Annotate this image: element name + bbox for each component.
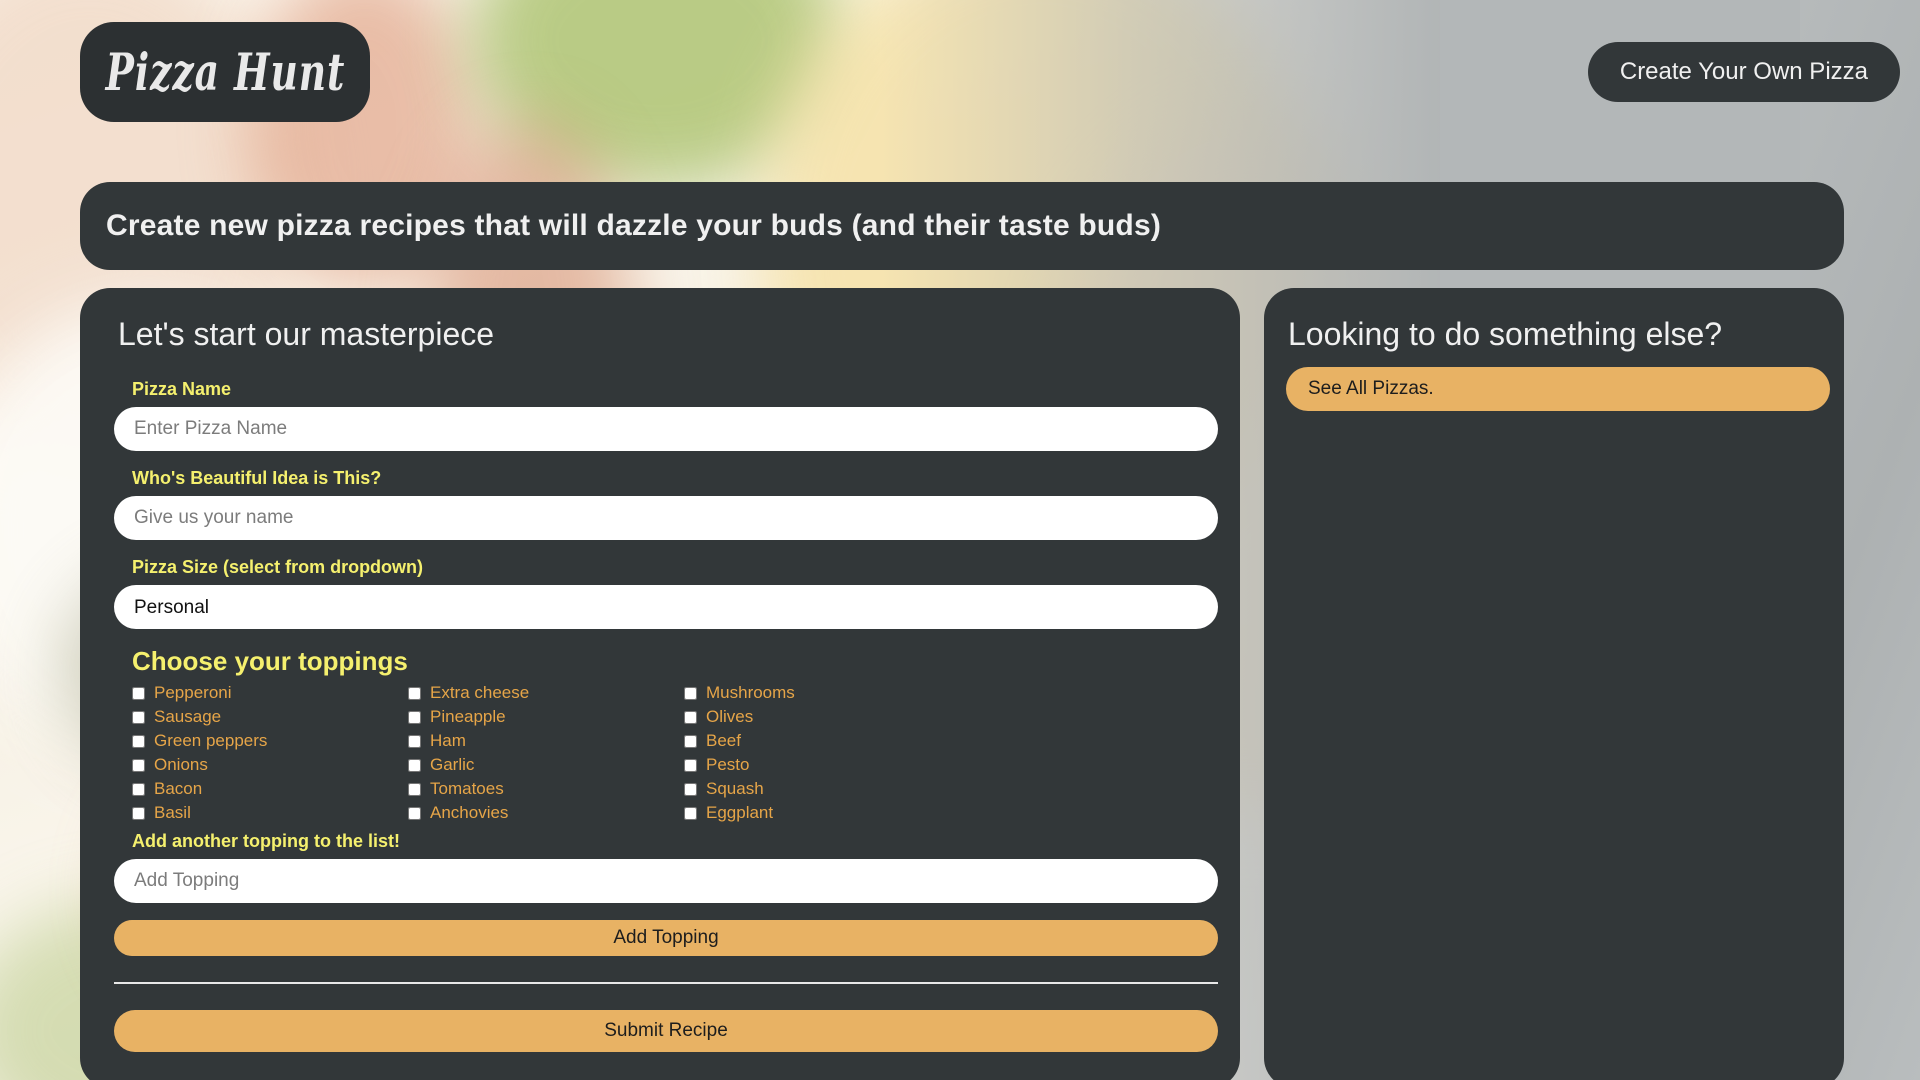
topping-row[interactable]: Anchovies [408,801,684,825]
submit-recipe-button[interactable]: Submit Recipe [114,1010,1218,1052]
see-all-pizzas-button[interactable]: See All Pizzas. [1286,367,1830,411]
topping-row[interactable]: Pineapple [408,705,684,729]
add-topping-button[interactable]: Add Topping [114,920,1218,956]
tagline-banner: Create new pizza recipes that will dazzl… [80,182,1844,270]
toppings-section-title: Choose your toppings [132,646,408,676]
topping-label[interactable]: Anchovies [430,803,508,823]
topping-row[interactable]: Pepperoni [132,681,408,705]
topping-row[interactable]: Extra cheese [408,681,684,705]
topping-label[interactable]: Pineapple [430,707,506,727]
topping-checkbox[interactable] [408,686,421,700]
topping-label[interactable]: Pepperoni [154,683,232,703]
topping-row[interactable]: Pesto [684,753,960,777]
topping-row[interactable]: Green peppers [132,729,408,753]
add-topping-label: Add another topping to the list! [132,831,400,851]
topping-checkbox[interactable] [408,782,421,796]
recipe-form-card: Let's start our masterpiece Pizza Name W… [80,288,1240,1080]
topping-checkbox[interactable] [684,758,697,772]
toppings-grid: Pepperoni Sausage Green peppers Onions Bacon… [132,681,1206,825]
topping-row[interactable]: Sausage [132,705,408,729]
pizza-size-label: Pizza Size (select from dropdown) [132,557,424,577]
topping-label[interactable]: Mushrooms [706,683,795,703]
topping-row[interactable]: Olives [684,705,960,729]
topping-row[interactable]: Basil [132,801,408,825]
topping-checkbox[interactable] [684,782,697,796]
tagline-text: Create new pizza recipes that will dazzl… [106,209,1162,242]
create-your-own-pizza-button[interactable]: Create Your Own Pizza [1587,42,1900,102]
topping-label[interactable]: Extra cheese [430,683,529,703]
topping-label[interactable]: Green peppers [154,731,267,751]
topping-label[interactable]: Squash [706,779,764,799]
topping-label[interactable]: Sausage [154,707,221,727]
topping-label[interactable]: Bacon [154,779,202,799]
topping-row[interactable]: Onions [132,753,408,777]
topping-label[interactable]: Onions [154,755,208,775]
topping-row[interactable]: Beef [684,729,960,753]
topping-checkbox[interactable] [132,806,145,820]
topping-row[interactable]: Mushrooms [684,681,960,705]
topping-checkbox[interactable] [684,806,697,820]
topping-label[interactable]: Garlic [430,755,474,775]
topping-row[interactable]: Garlic [408,753,684,777]
created-by-input[interactable] [114,496,1218,540]
topping-label[interactable]: Pesto [706,755,749,775]
topping-checkbox[interactable] [408,710,421,724]
topping-label[interactable]: Tomatoes [430,779,504,799]
site-logo-text: Pizza Hunt [105,41,345,103]
topping-row[interactable]: Bacon [132,777,408,801]
form-divider [114,982,1218,984]
topping-row[interactable]: Eggplant [684,801,960,825]
sidebar-title: Looking to do something else? [1288,316,1723,352]
topping-row[interactable]: Tomatoes [408,777,684,801]
topping-checkbox[interactable] [408,806,421,820]
topping-checkbox[interactable] [132,782,145,796]
topping-label[interactable]: Ham [430,731,466,751]
topping-checkbox[interactable] [132,758,145,772]
site-logo[interactable]: Pizza Hunt [80,22,370,122]
topping-label[interactable]: Basil [154,803,191,823]
topping-checkbox[interactable] [684,710,697,724]
add-topping-input[interactable] [114,859,1218,903]
topping-checkbox[interactable] [684,686,697,700]
topping-checkbox[interactable] [408,734,421,748]
topping-row[interactable]: Squash [684,777,960,801]
pizza-size-select[interactable]: PersonalSmallMediumLargeExtra Large [114,585,1218,629]
created-by-label: Who's Beautiful Idea is This? [132,468,382,488]
pizza-name-label: Pizza Name [132,379,232,399]
topping-checkbox[interactable] [684,734,697,748]
topping-checkbox[interactable] [132,686,145,700]
topping-checkbox[interactable] [408,758,421,772]
topping-row[interactable]: Ham [408,729,684,753]
topping-label[interactable]: Olives [706,707,753,727]
topping-label[interactable]: Eggplant [706,803,773,823]
topping-checkbox[interactable] [132,734,145,748]
topping-label[interactable]: Beef [706,731,741,751]
topping-checkbox[interactable] [132,710,145,724]
pizza-name-input[interactable] [114,407,1218,451]
form-title: Let's start our masterpiece [118,316,495,352]
sidebar-card: Looking to do something else? See All Pi… [1264,288,1844,1080]
